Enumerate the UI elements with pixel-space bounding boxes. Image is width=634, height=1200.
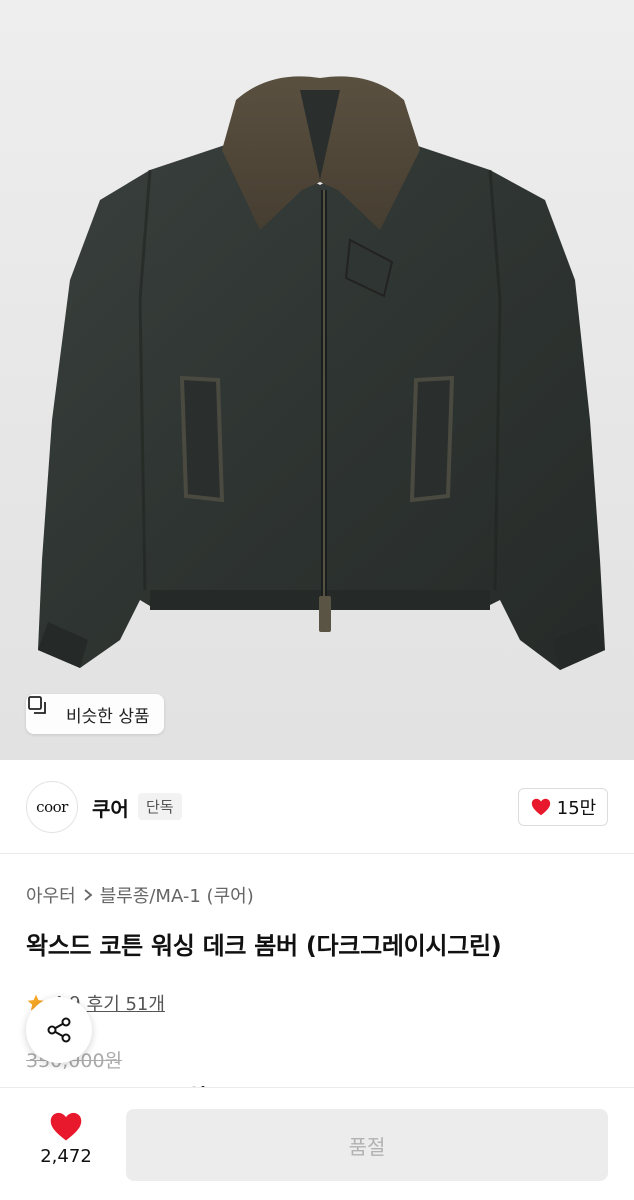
product-title: 왁스드 코튼 워싱 데크 봄버 (다크그레이시그린)	[26, 932, 502, 960]
breadcrumb-item-category[interactable]: 아우터	[26, 882, 76, 908]
wishlist-button[interactable]: 2,472	[28, 1110, 104, 1167]
breadcrumb-item-subcategory[interactable]: 블루종/MA-1 (쿠어)	[100, 882, 254, 908]
jacket-illustration	[38, 76, 605, 670]
review-count-link[interactable]: 후기 51개	[87, 990, 165, 1016]
chevron-right-icon	[82, 888, 94, 902]
brand-row: coor 쿠어 단독 15만	[0, 760, 634, 854]
exclusive-badge: 단독	[138, 793, 182, 820]
similar-products-button[interactable]: 비슷한 상품	[26, 694, 164, 734]
similar-products-label: 비슷한 상품	[66, 706, 150, 727]
brand-logo[interactable]: coor	[26, 781, 78, 833]
brand-logo-text: coor	[36, 798, 68, 816]
heart-icon	[530, 796, 552, 818]
heart-icon	[48, 1110, 84, 1142]
bottom-action-bar: 2,472 품절	[0, 1088, 634, 1200]
share-button[interactable]	[26, 997, 92, 1063]
sold-out-button[interactable]: 품절	[126, 1109, 608, 1181]
share-icon	[43, 1014, 75, 1046]
product-image[interactable]: 비슷한 상품	[0, 0, 634, 760]
brand-like-count: 15만	[556, 798, 597, 819]
similar-icon	[28, 696, 60, 725]
brand-like-button[interactable]: 15만	[518, 788, 608, 826]
breadcrumb: 아우터 블루종/MA-1 (쿠어)	[26, 882, 254, 908]
brand-name[interactable]: 쿠어	[92, 793, 129, 822]
wishlist-count: 2,472	[40, 1146, 92, 1167]
